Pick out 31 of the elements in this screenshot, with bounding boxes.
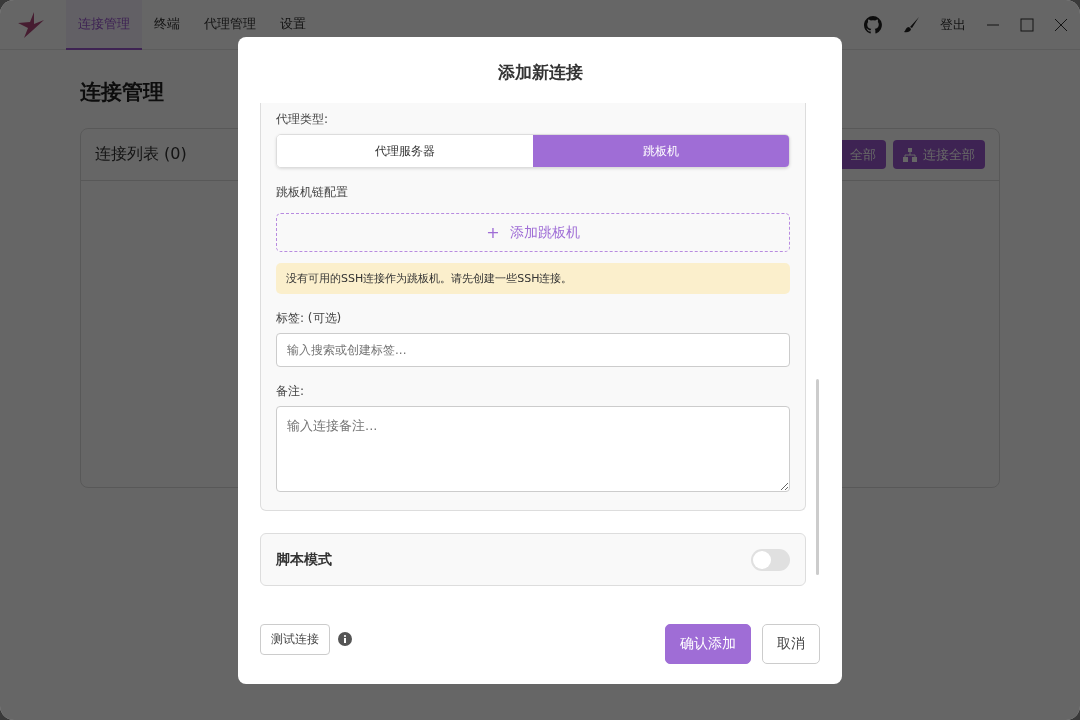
info-icon[interactable] [338, 632, 352, 646]
close-icon[interactable] [1054, 17, 1068, 32]
maximize-icon[interactable] [1020, 17, 1034, 32]
warning-message: 没有可用的SSH连接作为跳板机。请先创建一些SSH连接。 [276, 263, 790, 294]
nav-tab[interactable]: 代理管理 [192, 0, 268, 50]
page-title: 连接管理 [80, 79, 165, 106]
plus-icon: + [486, 223, 500, 242]
field-label: 跳板机链配置 [276, 184, 349, 201]
dialog-title: 添加新连接 [496, 61, 584, 84]
button-label: 添加跳板机 [509, 223, 580, 242]
logout-link[interactable]: 登出 [940, 15, 966, 34]
card-title: 连接列表 (0) [95, 144, 187, 165]
field-label: 代理类型: [276, 111, 330, 128]
action-button[interactable]: 连接全部 [893, 140, 985, 169]
confirm-button[interactable]: 确认添加 [665, 624, 751, 664]
scrollbar-thumb[interactable] [816, 379, 819, 575]
field-label: 备注: [276, 383, 306, 400]
cancel-button[interactable]: 取消 [762, 624, 820, 664]
nav-tab[interactable]: 终端 [142, 0, 192, 50]
tags-field[interactable]: 输入搜索或创建标签... [276, 333, 790, 367]
notes-field[interactable]: 输入连接备注... [276, 406, 790, 492]
github-icon[interactable] [864, 15, 882, 34]
test-connection-button[interactable]: 测试连接 [260, 623, 330, 655]
add-jump-host-button[interactable]: + 添加跳板机 [276, 213, 790, 252]
segment-option[interactable]: 跳板机 [533, 135, 789, 167]
field-label: 标签: (可选) [276, 310, 343, 327]
network-icon [903, 147, 917, 162]
script-mode-label: 脚本模式 [276, 550, 332, 569]
segment-option[interactable]: 代理服务器 [277, 135, 533, 167]
toggle-switch[interactable] [751, 548, 790, 571]
nav-tab[interactable]: 连接管理 [66, 0, 142, 50]
